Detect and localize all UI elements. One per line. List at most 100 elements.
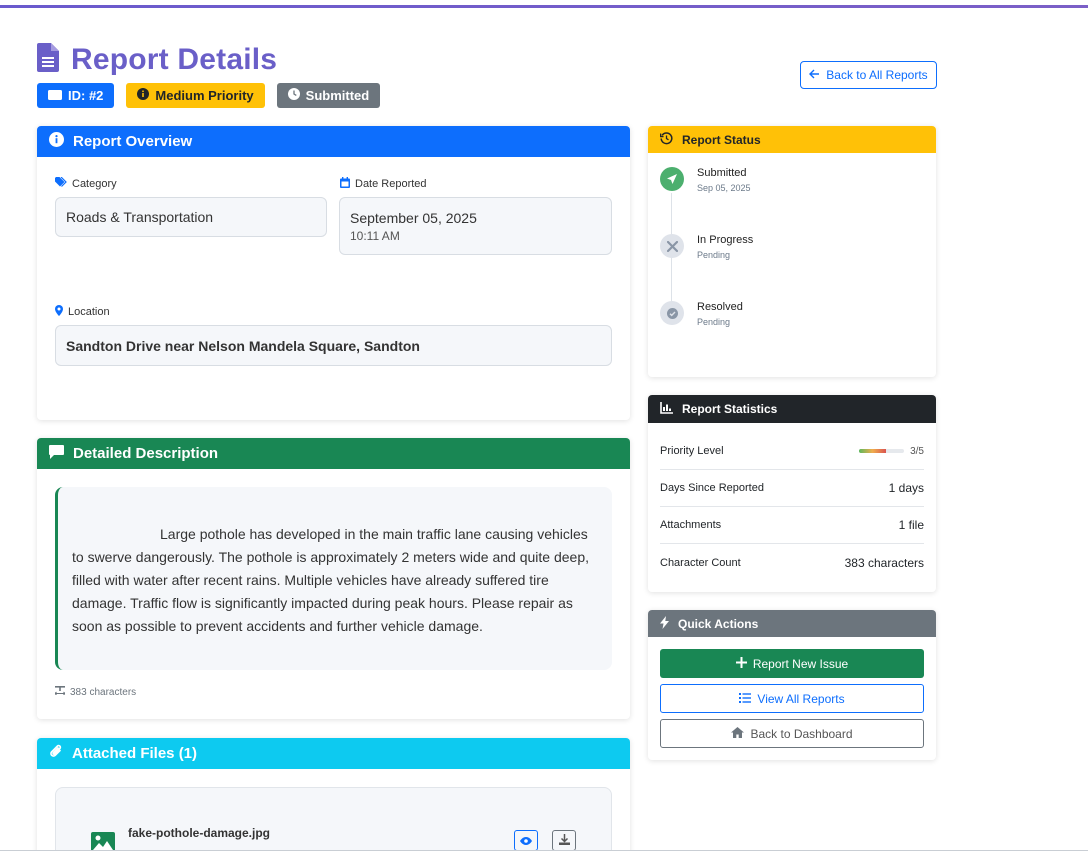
page-header: Report Details: [37, 43, 277, 77]
list-icon: [739, 692, 752, 706]
id-badge-label: ID: #2: [68, 88, 104, 103]
stat-value: 1 file: [898, 518, 924, 532]
location-label: Location: [55, 305, 110, 319]
stat-value: 383 characters: [844, 555, 924, 570]
report-statistics-title: Report Statistics: [682, 402, 778, 416]
stat-label: Attachments: [660, 519, 722, 531]
report-new-label: Report New Issue: [752, 656, 849, 671]
download-icon: [558, 832, 570, 850]
stat-label: Days Since Reported: [660, 482, 764, 494]
download-file-button[interactable]: [552, 830, 576, 851]
char-count-text: 383 characters: [70, 686, 137, 698]
priority-badge-label: Medium Priority: [155, 88, 254, 103]
location-value: Sandton Drive near Nelson Mandela Square…: [66, 337, 420, 354]
step-status: Pending: [697, 250, 731, 260]
time-value: 10:11 AM: [350, 228, 400, 243]
header-badges: ID: #2 Medium Priority Submitted: [37, 83, 381, 108]
description-title: Detailed Description: [73, 445, 219, 462]
attachments-header: Attached Files (1): [37, 738, 630, 769]
category-value: Roads & Transportation: [66, 209, 214, 225]
check-circle-icon: [660, 301, 684, 325]
category-field: Roads & Transportation: [55, 197, 327, 237]
back-dashboard-label: Back to Dashboard: [750, 726, 853, 741]
view-file-button[interactable]: [514, 830, 538, 851]
comment-icon: [49, 444, 64, 463]
arrow-left-icon: [809, 68, 820, 82]
step-title: Resolved: [697, 301, 743, 313]
paper-plane-icon: [660, 167, 684, 191]
home-icon: [731, 726, 745, 741]
attachments-title: Attached Files (1): [72, 745, 198, 762]
stat-priority: Priority Level 3/5: [660, 433, 924, 470]
stat-value: 1 days: [888, 481, 924, 495]
history-icon: [659, 131, 673, 148]
clock-icon: [287, 88, 300, 103]
report-new-issue-button[interactable]: Report New Issue: [660, 649, 924, 678]
priority-badge: Medium Priority: [126, 83, 265, 108]
plus-icon: [735, 656, 747, 671]
map-pin-icon: [55, 305, 63, 319]
description-header: Detailed Description: [37, 438, 630, 469]
stat-label: Character Count: [660, 556, 741, 569]
quick-actions-header: Quick Actions: [648, 610, 936, 637]
report-overview-card: Report Overview Category Roads & Transpo…: [37, 126, 630, 420]
info-circle-icon: [49, 132, 64, 151]
quick-actions-card: Quick Actions Report New Issue View All …: [648, 610, 936, 760]
id-badge: ID: #2: [37, 83, 115, 108]
step-status: Pending: [697, 317, 731, 327]
view-all-reports-button[interactable]: View All Reports: [660, 684, 924, 713]
document-icon: [37, 43, 59, 77]
char-count: 383 characters: [54, 686, 137, 698]
tools-icon: [660, 234, 684, 258]
step-title: In Progress: [697, 234, 754, 246]
image-file-icon: [91, 832, 115, 851]
info-circle-icon: [137, 88, 150, 103]
text-width-icon: [54, 686, 66, 698]
description-card: Detailed Description Large pothole has d…: [37, 438, 630, 719]
calendar-icon: [340, 177, 350, 191]
bolt-icon: [660, 615, 669, 632]
location-label-text: Location: [68, 306, 110, 318]
chart-bar-icon: [660, 401, 673, 417]
date-label-text: Date Reported: [355, 178, 427, 190]
file-item: fake-pothole-damage.jpg: [55, 787, 612, 851]
eye-icon: [520, 832, 532, 850]
timeline-step-in-progress: In Progress Pending: [660, 234, 753, 260]
paperclip-icon: [49, 744, 63, 763]
stat-attachments: Attachments 1 file: [660, 507, 924, 544]
step-title: Submitted: [697, 167, 747, 179]
priority-value: 3/5: [910, 445, 924, 457]
report-statistics-card: Report Statistics Priority Level 3/5 Day…: [648, 395, 936, 592]
timeline-step-resolved: Resolved Pending: [660, 301, 743, 327]
date-value: September 05, 2025: [350, 209, 477, 226]
category-label-text: Category: [72, 177, 117, 190]
report-overview-title: Report Overview: [73, 133, 193, 150]
attachments-card: Attached Files (1) fake-pothole-damage.j…: [37, 738, 630, 851]
location-field: Sandton Drive near Nelson Mandela Square…: [55, 325, 612, 366]
step-date: Sep 05, 2025: [697, 183, 751, 193]
view-all-label: View All Reports: [757, 691, 845, 706]
stat-label: Priority Level: [660, 445, 724, 457]
file-name: fake-pothole-damage.jpg: [128, 826, 271, 840]
description-box: Large pothole has developed in the main …: [55, 487, 612, 670]
category-label: Category: [55, 176, 117, 190]
priority-indicator: 3/5: [859, 446, 924, 457]
back-to-reports-button[interactable]: Back to All Reports: [800, 61, 937, 89]
report-overview-header: Report Overview: [37, 126, 630, 157]
back-to-dashboard-button[interactable]: Back to Dashboard: [660, 719, 924, 748]
back-button-label: Back to All Reports: [826, 68, 928, 82]
id-card-icon: [48, 88, 62, 103]
timeline-step-submitted: Submitted Sep 05, 2025: [660, 167, 751, 193]
stat-characters: Character Count 383 characters: [660, 544, 924, 581]
description-text: Large pothole has developed in the main …: [72, 526, 590, 634]
date-field: September 05, 2025 10:11 AM: [339, 197, 612, 255]
status-badge-label: Submitted: [305, 88, 370, 103]
page-title: Report Details: [71, 43, 278, 76]
priority-bar-fill: [859, 449, 887, 453]
report-status-header: Report Status: [648, 126, 936, 153]
stat-days: Days Since Reported 1 days: [660, 470, 924, 507]
report-statistics-header: Report Statistics: [648, 395, 936, 423]
status-badge: Submitted: [276, 83, 381, 108]
top-accent-line: [0, 5, 1088, 8]
report-status-card: Report Status Submitted Sep 05, 2025 In …: [648, 126, 936, 377]
